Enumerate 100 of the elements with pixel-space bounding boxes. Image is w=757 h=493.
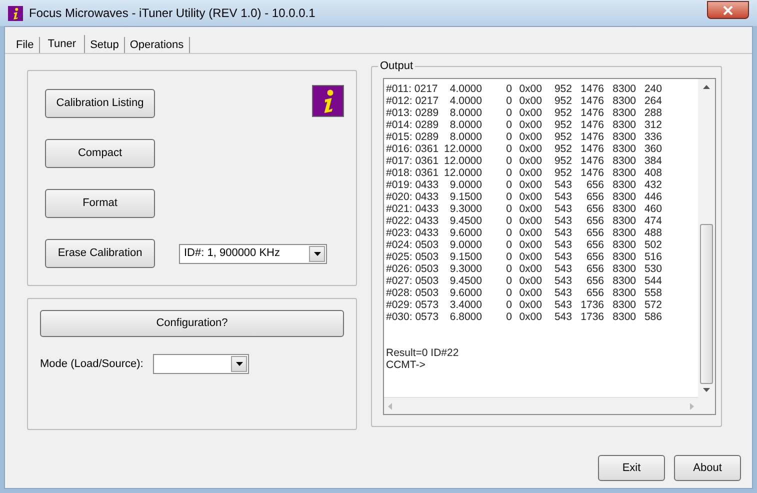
output-cell-text: 9.6000 (448, 227, 482, 239)
output-cell-text: 543 (553, 287, 572, 299)
close-button[interactable] (707, 1, 749, 19)
output-cell-text: 8300 (612, 239, 636, 251)
close-icon (723, 6, 733, 14)
output-cell-text: 3.4000 (448, 299, 482, 311)
output-cell-text: 543 (553, 179, 572, 191)
scrollbar-thumb[interactable] (700, 224, 713, 384)
output-cell-text: 543 (553, 215, 572, 227)
output-cell-text: 558 (643, 287, 662, 299)
output-cell-text: 656 (585, 239, 604, 251)
output-cell-text: 0x00 (518, 119, 542, 131)
output-cell-text: 543 (553, 263, 572, 275)
output-cell-text: 0 (505, 251, 512, 263)
tuner-button[interactable]: Format (45, 189, 155, 218)
output-cell-text: 0 (505, 167, 512, 179)
output-cell: #012: 0217 (386, 95, 440, 107)
tuner-button[interactable]: Erase Calibration (45, 239, 155, 268)
output-cell-text: 0x00 (518, 95, 542, 107)
output-cell-text: 9.0000 (448, 179, 482, 191)
output-cell: #026: 0503 (386, 263, 440, 275)
output-cell-text: 656 (585, 227, 604, 239)
output-cell-text: 4.0000 (448, 95, 482, 107)
output-cell-text: 544 (643, 275, 662, 287)
output-cell-text: 1476 (580, 155, 604, 167)
output-cell-text: 543 (553, 299, 572, 311)
output-cell-text: 516 (643, 251, 662, 263)
output-cell-text: 0x00 (518, 287, 542, 299)
output-cell-text: 0 (505, 311, 512, 323)
output-cell: #019: 0433 (386, 179, 440, 191)
output-cell-text: 8300 (612, 143, 636, 155)
output-cell-text: 952 (553, 119, 572, 131)
output-cell-text: 543 (553, 275, 572, 287)
scroll-down-icon (703, 388, 710, 392)
output-cell-text: 0x00 (518, 179, 542, 191)
output-cell-text: 8300 (612, 215, 636, 227)
output-cell-text: 0x00 (518, 143, 542, 155)
output-cell: #022: 0433 (386, 215, 440, 227)
prompt-line: CCMT-> (386, 359, 426, 371)
output-cell-text: 8300 (612, 203, 636, 215)
calibration-select[interactable]: ID#: 1, 900000 KHz (179, 244, 327, 264)
output-cell-text: 543 (553, 203, 572, 215)
output-cell-text: 9.0000 (448, 239, 482, 251)
configuration-button[interactable]: Configuration? (40, 310, 344, 337)
output-cell: #014: 0289 (386, 119, 440, 131)
output-cell-text: 8300 (612, 107, 636, 119)
output-cell-text: 0 (505, 263, 512, 275)
output-cell-text: 12.0000 (443, 143, 482, 155)
output-cell-text: 656 (585, 215, 604, 227)
output-cell-text: 8.0000 (448, 119, 482, 131)
output-cell-text: 0 (505, 107, 512, 119)
output-cell-text: 586 (643, 311, 662, 323)
output-cell-text: 543 (553, 239, 572, 251)
output-cell-text: 0x00 (518, 275, 542, 287)
output-cell: #020: 0433 (386, 191, 440, 203)
output-cell: #025: 0503 (386, 251, 440, 263)
tuner-button[interactable]: Calibration Listing (45, 89, 155, 118)
output-cell-text: 9.3000 (448, 203, 482, 215)
scroll-up-icon (703, 85, 710, 89)
mode-select[interactable] (153, 354, 250, 374)
output-cell-text: 1476 (580, 119, 604, 131)
output-cell-text: 0 (505, 95, 512, 107)
output-cell-text: 488 (643, 227, 662, 239)
output-cell-text: 952 (553, 155, 572, 167)
dropdown-arrow-icon (314, 252, 320, 256)
output-cell: #015: 0289 (386, 131, 440, 143)
output-cell-text: 952 (553, 167, 572, 179)
footer-button[interactable]: About (674, 455, 741, 481)
tuner-button[interactable]: Compact (45, 139, 155, 168)
output-cell-text: 8300 (612, 251, 636, 263)
output-cell: #028: 0503 (386, 287, 440, 299)
footer-button[interactable]: Exit (598, 455, 665, 481)
tab[interactable]: Operations (124, 37, 190, 53)
output-cell-text: 543 (553, 191, 572, 203)
output-cell-text: 8300 (612, 311, 636, 323)
output-cell-text: 0 (505, 191, 512, 203)
output-cell-text: 12.0000 (443, 155, 482, 167)
output-cell-text: 8300 (612, 155, 636, 167)
output-cell-text: 8300 (612, 299, 636, 311)
output-cell-text: 0 (505, 179, 512, 191)
output-cell-text: 360 (643, 143, 662, 155)
mode-label: Mode (Load/Source): (40, 356, 144, 372)
output-cell-text: 0x00 (518, 251, 542, 263)
output-cell-text: 8300 (612, 83, 636, 95)
output-cell-text: 952 (553, 83, 572, 95)
tab[interactable]: Setup (85, 37, 125, 53)
output-cell-text: 9.4500 (448, 275, 482, 287)
output-cell-text: 0 (505, 143, 512, 155)
output-cell-text: 0 (505, 155, 512, 167)
output-cell-text: 1476 (580, 143, 604, 155)
output-cell-text: 9.6000 (448, 287, 482, 299)
output-cell: #030: 0573 (386, 311, 440, 323)
output-cell-text: 0 (505, 287, 512, 299)
output-cell: #023: 0433 (386, 227, 440, 239)
output-cell-text: 12.0000 (443, 167, 482, 179)
output-cell-text: 0x00 (518, 107, 542, 119)
output-cell-text: 1476 (580, 107, 604, 119)
output-cell-text: #011: 0217 (386, 83, 439, 95)
output-cell-text: 8300 (612, 119, 636, 131)
output-cell-text: 460 (643, 203, 662, 215)
